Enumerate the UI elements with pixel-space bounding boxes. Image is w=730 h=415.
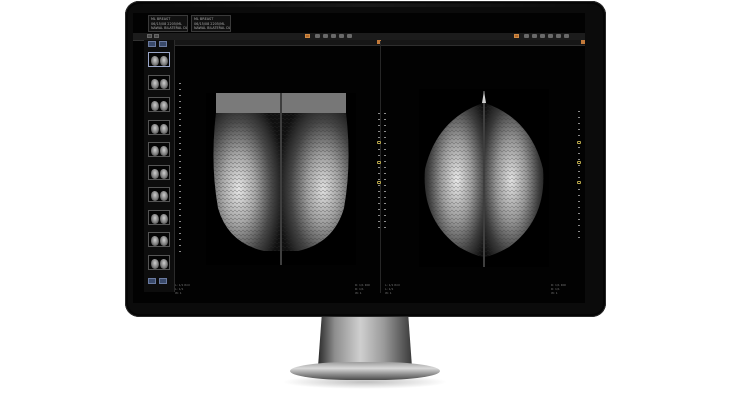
status-line: W: 1 bbox=[551, 290, 558, 295]
status-line: W: 1 bbox=[385, 290, 392, 295]
tool-icon[interactable] bbox=[339, 34, 344, 38]
thumbnail[interactable] bbox=[148, 187, 170, 202]
thumbnail-panel bbox=[144, 40, 175, 292]
monitor-stand-base bbox=[290, 362, 440, 380]
thumbnail[interactable] bbox=[148, 254, 170, 270]
thumbnail[interactable] bbox=[148, 52, 170, 67]
thumbnail-next-button[interactable] bbox=[159, 41, 167, 47]
patient-info-right: ML BREAST 06/15/08 2205/ML NAWAL BILATER… bbox=[191, 15, 231, 32]
patient-info-left: ML BREAST 06/15/08 2205/ML NAWAL BILATER… bbox=[148, 15, 188, 32]
thumbnail[interactable] bbox=[148, 209, 170, 225]
page-down-button[interactable] bbox=[159, 278, 167, 284]
thumbnail-image bbox=[160, 56, 168, 66]
thumbnail-image bbox=[151, 56, 159, 66]
tool-icon[interactable] bbox=[540, 34, 545, 38]
thumbnail[interactable] bbox=[148, 74, 170, 90]
thumbnail-image bbox=[151, 123, 159, 134]
ruler-left bbox=[179, 83, 181, 255]
thumbnail-image bbox=[160, 191, 168, 201]
tool-icon[interactable] bbox=[564, 34, 569, 38]
thumbnail-image bbox=[151, 146, 159, 156]
thumbnail-image bbox=[160, 78, 168, 89]
tool-icon[interactable] bbox=[548, 34, 553, 38]
ruler-mid bbox=[378, 113, 380, 233]
tool-icon[interactable] bbox=[331, 34, 336, 38]
ruler-mid-right bbox=[384, 113, 386, 233]
ruler-marker[interactable] bbox=[577, 181, 581, 184]
toolbar-button[interactable] bbox=[147, 34, 152, 38]
ruler-marker[interactable] bbox=[377, 181, 381, 184]
thumbnail[interactable] bbox=[148, 119, 170, 135]
monitor-stand-neck bbox=[318, 315, 412, 367]
cc-mammogram-pair[interactable] bbox=[419, 89, 549, 267]
ruler-marker[interactable] bbox=[577, 141, 581, 144]
ruler-marker[interactable] bbox=[377, 161, 381, 164]
thumbnail-image bbox=[151, 191, 159, 201]
toolbar-button[interactable] bbox=[154, 34, 159, 38]
thumbnail-image bbox=[160, 101, 168, 111]
thumbnail[interactable] bbox=[148, 232, 170, 247]
tool-icon[interactable] bbox=[347, 34, 352, 38]
tool-icon[interactable] bbox=[315, 34, 320, 38]
tool-icon[interactable] bbox=[323, 34, 328, 38]
viewport-divider bbox=[380, 41, 381, 293]
viewer-screen: ML BREAST 06/15/08 2205/ML NAWAL BILATER… bbox=[133, 13, 585, 303]
bezel-highlight bbox=[135, 3, 595, 7]
thumbnail-image bbox=[160, 213, 168, 224]
thumbnail-image bbox=[151, 168, 159, 179]
thumbnail-image bbox=[160, 258, 168, 269]
thumbnail-image bbox=[151, 258, 159, 269]
ruler-right bbox=[578, 111, 580, 239]
status-line: W: 1 bbox=[355, 290, 362, 295]
thumbnail-image bbox=[151, 236, 159, 246]
viewport-header-right bbox=[381, 40, 585, 46]
thumbnail[interactable] bbox=[148, 164, 170, 180]
thumbnail-image bbox=[160, 236, 168, 246]
status-right: R: 1/1 ROI R: 1/1 W: 1 bbox=[551, 283, 566, 295]
toolbar-button-active[interactable] bbox=[514, 34, 519, 38]
ruler-marker[interactable] bbox=[377, 141, 381, 144]
tool-icon[interactable] bbox=[524, 34, 529, 38]
tool-icon[interactable] bbox=[532, 34, 537, 38]
tool-icon[interactable] bbox=[556, 34, 561, 38]
thumbnail-image bbox=[160, 168, 168, 179]
thumbnail-image bbox=[151, 78, 159, 89]
thumbnail-prev-button[interactable] bbox=[148, 41, 156, 47]
thumbnail[interactable] bbox=[148, 97, 170, 112]
status-left: L: 1/1 ROI L: 1/1 W: 1 bbox=[175, 283, 190, 295]
patient-info-line: NAWAL BILATERAL DL bbox=[194, 26, 231, 31]
thumbnail-image bbox=[151, 101, 159, 111]
thumbnail-image bbox=[160, 146, 168, 156]
thumbnail[interactable] bbox=[148, 142, 170, 157]
page-up-button[interactable] bbox=[148, 278, 156, 284]
viewport-tag bbox=[581, 40, 585, 44]
viewport-header-left bbox=[175, 40, 381, 46]
status-line: W: 1 bbox=[175, 290, 182, 295]
status-mid: R: 1/1 ROI R: 1/1 W: 1 bbox=[355, 283, 370, 295]
patient-info-line: NAWAL BILATERAL DL bbox=[151, 26, 188, 31]
thumbnail-image bbox=[151, 213, 159, 224]
ruler-marker[interactable] bbox=[577, 161, 581, 164]
thumbnail-image bbox=[160, 123, 168, 134]
toolbar-button-active[interactable] bbox=[305, 34, 310, 38]
mlo-mammogram-pair[interactable] bbox=[206, 93, 356, 265]
status-center: L: 1/1 ROI L: 1/1 W: 1 bbox=[385, 283, 400, 295]
